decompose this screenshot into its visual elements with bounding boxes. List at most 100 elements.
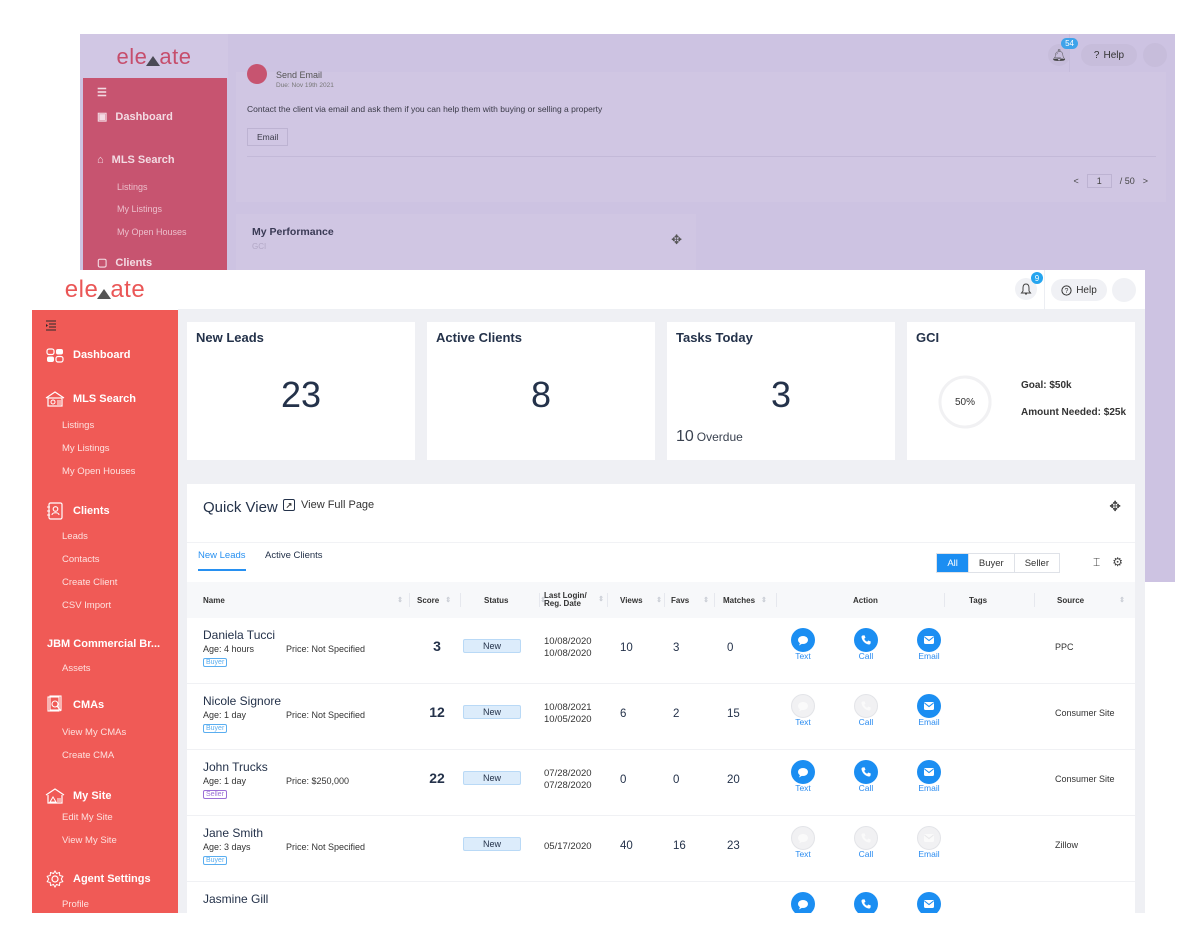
- column-header-name[interactable]: Name ⇕: [203, 582, 403, 618]
- column-header-score[interactable]: Score ⇕: [417, 582, 457, 618]
- sort-icon[interactable]: ⇕: [397, 596, 403, 604]
- sidebar-item-listings[interactable]: Listings: [62, 420, 94, 431]
- column-header-favs[interactable]: Favs ⇕: [671, 582, 709, 618]
- drag-handle-icon[interactable]: ✥: [671, 232, 682, 248]
- sidebar-item-view-my-site[interactable]: View My Site: [62, 835, 117, 846]
- tasks-today-card[interactable]: Tasks Today 3 10 Overdue: [667, 322, 895, 460]
- call-action-button[interactable]: Call: [853, 694, 879, 727]
- sidebar-item-contacts[interactable]: Contacts: [62, 554, 100, 565]
- sidebar-item-mls-search[interactable]: MLS Search: [45, 390, 136, 408]
- back-nav-dashboard[interactable]: ▣ Dashboard: [97, 110, 173, 124]
- sort-icon[interactable]: ⇕: [598, 596, 604, 604]
- text-action-button[interactable]: Text: [790, 892, 816, 913]
- sidebar-item-edit-my-site[interactable]: Edit My Site: [62, 812, 113, 823]
- back-help-button[interactable]: ? Help: [1081, 44, 1137, 66]
- filter-buyer-button[interactable]: Buyer: [969, 554, 1015, 572]
- lead-name[interactable]: Daniela Tucci: [203, 628, 275, 642]
- lead-name[interactable]: Nicole Signore: [203, 694, 281, 708]
- lead-name[interactable]: Jane Smith: [203, 826, 263, 840]
- call-action-button[interactable]: Call: [853, 892, 879, 913]
- house-search-icon: ⌂: [97, 154, 104, 166]
- filter-seller-button[interactable]: Seller: [1015, 554, 1059, 572]
- sidebar-item-my-listings[interactable]: My Listings: [62, 443, 110, 454]
- settings-gear-icon[interactable]: ⚙: [1112, 555, 1123, 570]
- pagination-next-button[interactable]: >: [1143, 176, 1148, 186]
- view-full-page-link[interactable]: ↗ View Full Page: [283, 499, 374, 511]
- overdue-count: 10: [676, 428, 694, 445]
- page-scrollbar[interactable]: [1138, 310, 1145, 913]
- back-nav-my-listings[interactable]: My Listings: [117, 204, 162, 214]
- pagination-prev-button[interactable]: <: [1073, 176, 1078, 186]
- email-action-button[interactable]: Email: [916, 826, 942, 859]
- call-action-button[interactable]: Call: [853, 760, 879, 793]
- back-nav-my-open-houses[interactable]: My Open Houses: [117, 227, 187, 237]
- task-email-button[interactable]: Email: [247, 128, 289, 146]
- tab-new-leads[interactable]: New Leads: [198, 550, 246, 571]
- sidebar-item-csv-import[interactable]: CSV Import: [62, 600, 111, 611]
- column-header-status[interactable]: Status ⇕: [484, 582, 546, 618]
- nav-label: MLS Search: [111, 154, 175, 166]
- sidebar-item-assets[interactable]: Assets: [62, 663, 91, 674]
- back-nav-clients[interactable]: ▢ Clients: [97, 256, 152, 270]
- sidebar-collapse-button[interactable]: [45, 320, 57, 331]
- back-avatar[interactable]: [1143, 43, 1167, 67]
- sort-icon[interactable]: ⇕: [703, 596, 709, 604]
- column-header-matches[interactable]: Matches ⇕: [723, 582, 773, 618]
- sidebar-item-leads[interactable]: Leads: [62, 531, 88, 542]
- notifications-button[interactable]: 9: [1015, 272, 1043, 300]
- sidebar-item-profile[interactable]: Profile: [62, 899, 89, 910]
- back-bell-icon[interactable]: 🔔︎ 54: [1048, 38, 1078, 66]
- lead-name[interactable]: Jasmine Gill: [203, 892, 268, 906]
- drag-handle-icon[interactable]: ✥: [1109, 498, 1121, 515]
- column-height-icon[interactable]: ⌶: [1093, 555, 1100, 570]
- sidebar-item-dashboard[interactable]: Dashboard: [45, 346, 130, 364]
- active-clients-card[interactable]: Active Clients 8: [427, 322, 655, 460]
- call-action-button[interactable]: Call: [853, 628, 879, 661]
- table-row[interactable]: Nicole Signore Age: 1 day Price: Not Spe…: [187, 684, 1135, 750]
- table-row[interactable]: Jasmine Gill Text Call Email: [187, 882, 1135, 913]
- gci-card[interactable]: GCI 50% Goal: $50k Amount Needed: $25k: [907, 322, 1135, 460]
- new-leads-card[interactable]: New Leads 23: [187, 322, 415, 460]
- table-row[interactable]: Jane Smith Age: 3 days Price: Not Specif…: [187, 816, 1135, 882]
- sidebar-item-agent-settings[interactable]: Agent Settings: [45, 870, 151, 888]
- sidebar-item-my-open-houses[interactable]: My Open Houses: [62, 466, 135, 477]
- sort-icon[interactable]: ⇕: [1119, 596, 1125, 604]
- sidebar-item-cmas[interactable]: CMAs: [45, 695, 104, 714]
- sidebar-item-my-site[interactable]: My Site: [45, 787, 112, 805]
- back-collapse-icon[interactable]: ☰: [97, 86, 107, 99]
- text-action-button[interactable]: Text: [790, 826, 816, 859]
- gci-goal: Goal: $50k: [1021, 380, 1072, 391]
- text-action-button[interactable]: Text: [790, 694, 816, 727]
- sort-icon[interactable]: ⇕: [445, 596, 451, 604]
- sidebar-item-clients[interactable]: Clients: [45, 502, 110, 520]
- phone-icon: [854, 892, 878, 913]
- sidebar-item-create-client[interactable]: Create Client: [62, 577, 117, 588]
- column-header-source[interactable]: Source ⇕: [1057, 582, 1125, 618]
- filter-all-button[interactable]: All: [937, 554, 969, 572]
- email-action-button[interactable]: Email: [916, 760, 942, 793]
- sidebar-item-view-my-cmas[interactable]: View My CMAs: [62, 727, 126, 738]
- page-input[interactable]: 1: [1086, 174, 1112, 188]
- lead-name[interactable]: John Trucks: [203, 760, 268, 774]
- help-button[interactable]: ? Help: [1051, 279, 1107, 301]
- sidebar-item-create-cma[interactable]: Create CMA: [62, 750, 114, 761]
- sidebar-item-jbm-commercial[interactable]: JBM Commercial Br...: [47, 638, 160, 650]
- sort-icon[interactable]: ⇕: [656, 596, 662, 604]
- column-header-views[interactable]: Views ⇕: [620, 582, 662, 618]
- user-avatar[interactable]: [1112, 278, 1136, 302]
- column-separator: [539, 593, 540, 607]
- back-nav-listings[interactable]: Listings: [117, 182, 148, 192]
- email-action-button[interactable]: Email: [916, 628, 942, 661]
- email-action-button[interactable]: Email: [916, 694, 942, 727]
- table-row[interactable]: John Trucks Age: 1 day Price: $250,000 S…: [187, 750, 1135, 816]
- email-action-button[interactable]: Email: [916, 892, 942, 913]
- text-action-button[interactable]: Text: [790, 760, 816, 793]
- logo[interactable]: ele ate: [32, 270, 178, 310]
- back-nav-mls-search[interactable]: ⌂ MLS Search: [97, 154, 175, 166]
- call-action-button[interactable]: Call: [853, 826, 879, 859]
- column-header-last-login[interactable]: Last Login/ Reg. Date ⇕: [544, 582, 604, 618]
- text-action-button[interactable]: Text: [790, 628, 816, 661]
- tab-active-clients[interactable]: Active Clients: [265, 550, 323, 569]
- sort-icon[interactable]: ⇕: [761, 596, 767, 604]
- table-row[interactable]: Daniela Tucci Age: 4 hours Price: Not Sp…: [187, 618, 1135, 684]
